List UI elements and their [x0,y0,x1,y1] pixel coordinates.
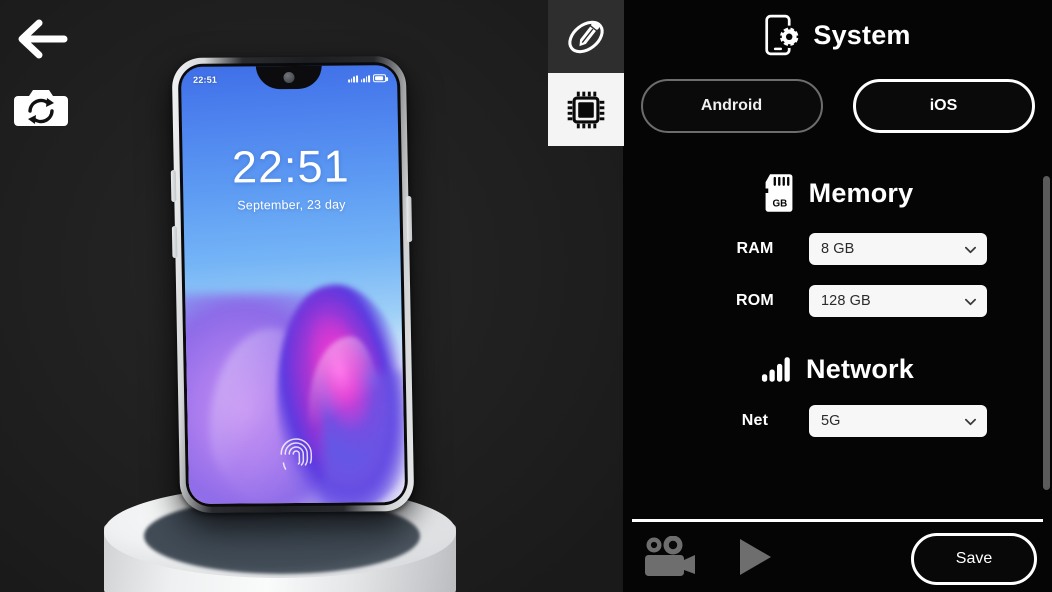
section-header-system: System [623,13,1052,57]
app-root: 22:51 22:51 September, 23 day System And… [0,0,1052,592]
tab-design[interactable] [548,0,624,73]
signal-bars-icon [348,74,358,83]
phone-side-button-volume-down [171,226,178,259]
select-ram[interactable]: 8 GB [809,233,987,265]
status-bar-time: 22:51 [192,74,218,85]
select-rom-value: 128 GB [821,293,871,309]
svg-text:GB: GB [772,198,787,209]
play-button[interactable] [737,537,773,577]
3d-viewport[interactable]: 22:51 22:51 September, 23 day [0,0,623,592]
panel-scrollbar-thumb[interactable] [1043,176,1050,490]
back-button[interactable] [14,14,70,64]
select-rom[interactable]: 128 GB [809,285,987,317]
field-label-ram: RAM [736,240,774,257]
field-label-net: Net [741,412,769,429]
panel-scrollbar-track[interactable] [1043,0,1052,519]
phone-gear-icon [765,14,801,56]
phone-status-bar: 22:51 [181,65,397,89]
section-title-memory: Memory [808,177,914,208]
camera-rotate-icon [14,90,68,126]
camera-rotate-button[interactable] [14,82,68,132]
phone-side-button-volume-up [170,170,177,203]
signal-bars-icon-2 [360,74,371,82]
phone-3d-model[interactable]: 22:51 22:51 September, 23 day [170,56,415,513]
phone-side-button-power [406,195,413,243]
select-net-value: 5G [821,413,841,429]
os-button-android[interactable]: Android [640,79,823,133]
section-title-system: System [813,19,911,50]
select-ram-value: 8 GB [821,241,855,257]
lockscreen-date: September, 23 day [237,197,346,213]
chevron-down-icon [964,418,977,425]
section-title-network: Network [806,354,914,384]
chevron-down-icon [964,298,977,305]
settings-panel: System Android iOS GB Memory RAM 8 GB RO… [623,0,1052,592]
bottom-toolbar: Save [623,522,1052,592]
phone-screen: 22:51 22:51 September, 23 day [180,65,406,504]
panel-scroll-area[interactable]: System Android iOS GB Memory RAM 8 GB RO… [623,0,1052,519]
status-bar-indicators [348,74,387,83]
field-row-rom: ROM 128 GB [623,285,1052,317]
field-row-net: Net 5G [623,405,1052,437]
save-button[interactable]: Save [911,533,1037,585]
sd-card-gb-icon: GB [765,174,793,212]
signal-bars-icon [761,357,790,382]
os-button-ios[interactable]: iOS [852,79,1035,133]
back-arrow-icon [18,19,68,59]
cpu-chip-icon [567,91,605,128]
tab-hardware[interactable] [548,73,624,146]
section-header-memory: GB Memory [623,173,1052,213]
field-label-rom: ROM [736,292,774,309]
battery-icon [372,74,387,82]
pencil-orbit-icon [568,20,604,53]
fingerprint-icon [280,438,313,470]
record-video-button[interactable] [643,536,699,578]
tab-strip [548,0,624,146]
os-selector: Android iOS [623,79,1052,133]
lockscreen-clock: 22:51 September, 23 day [182,140,399,213]
section-header-network: Network [623,354,1052,385]
select-net[interactable]: 5G [809,405,987,437]
lockscreen-time: 22:51 [231,140,351,193]
chevron-down-icon [964,246,977,253]
field-row-ram: RAM 8 GB [623,233,1052,265]
